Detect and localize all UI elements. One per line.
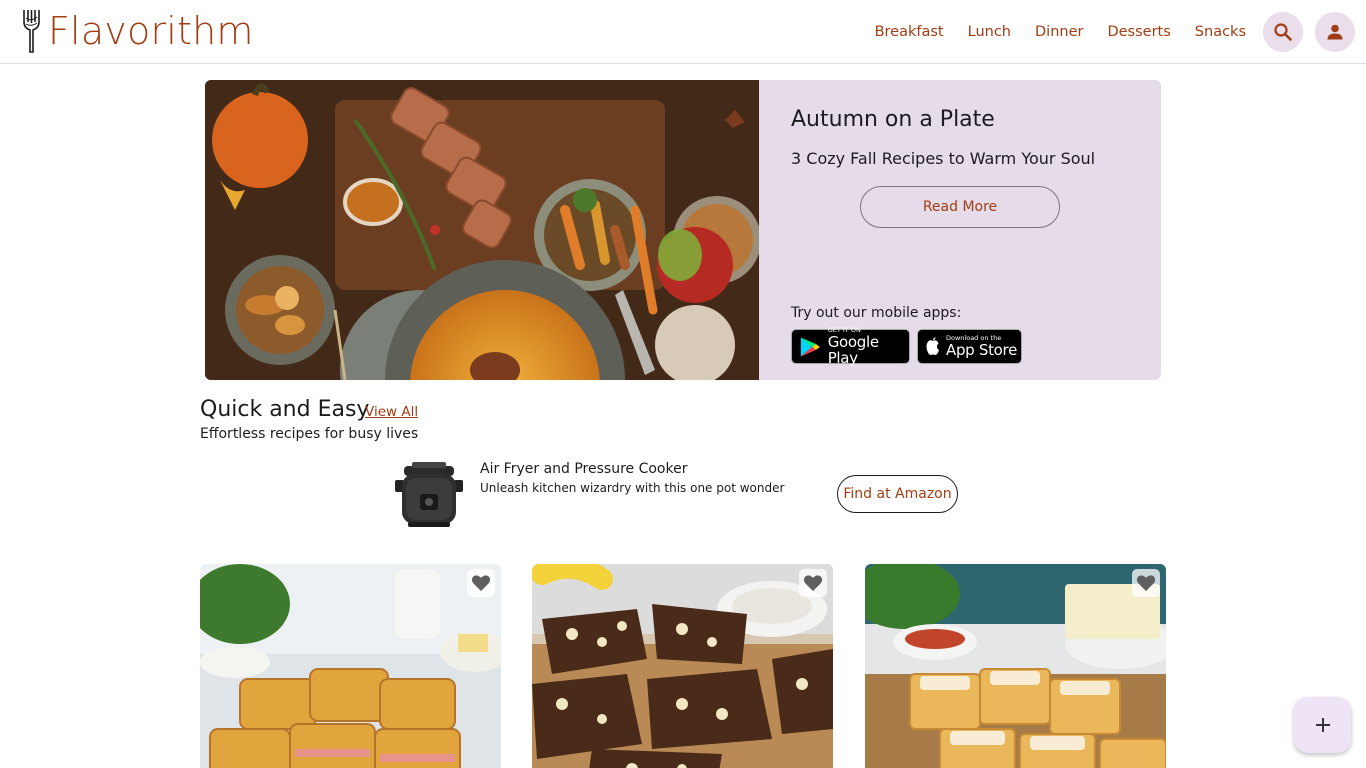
section-subtitle: Effortless recipes for busy lives [200, 426, 419, 442]
hero-title: Autumn on a Plate [791, 107, 995, 132]
google-play-icon [800, 337, 820, 356]
account-button[interactable] [1315, 12, 1355, 52]
autumn-feast-photo[interactable] [205, 80, 759, 380]
plus-icon [1315, 718, 1330, 732]
find-at-amazon-button[interactable]: Find at Amazon [837, 475, 958, 513]
heart-icon [471, 575, 491, 591]
nav-item-desserts[interactable]: Desserts [1107, 24, 1170, 40]
recipe-card[interactable] [532, 564, 833, 768]
search-button[interactable] [1263, 12, 1303, 52]
header: Flavorithm Breakfast Lunch Dinner Desser… [0, 0, 1366, 64]
nav-item-dinner[interactable]: Dinner [1035, 24, 1083, 40]
hero-banner: Autumn on a Plate 3 Cozy Fall Recipes to… [205, 80, 1161, 380]
ad-title: Air Fryer and Pressure Cooker [480, 461, 688, 477]
favorite-button[interactable] [467, 569, 495, 597]
app-store-badge[interactable]: Download on the App Store [917, 329, 1022, 364]
nav-item-snacks[interactable]: Snacks [1195, 24, 1246, 40]
account-icon [1327, 24, 1343, 40]
main-nav: Breakfast Lunch Dinner Desserts Snacks [851, 0, 1246, 63]
section-title: Quick and Easy [200, 397, 370, 422]
favorite-button[interactable] [799, 569, 827, 597]
add-recipe-fab[interactable] [1294, 697, 1351, 753]
view-all-link[interactable]: View All [365, 404, 418, 420]
favorite-button[interactable] [1132, 569, 1160, 597]
pressure-cooker-image[interactable] [392, 460, 466, 530]
mobile-apps-label: Try out our mobile apps: [791, 305, 962, 321]
fork-logo-icon [23, 10, 40, 53]
heart-icon [803, 575, 823, 591]
read-more-button[interactable]: Read More [860, 186, 1060, 228]
ad-description: Unleash kitchen wizardry with this one p… [480, 481, 785, 495]
apple-icon [926, 336, 939, 355]
search-icon [1274, 23, 1292, 41]
app-store-big-text: App Store [946, 341, 1018, 359]
recipe-card[interactable] [200, 564, 501, 768]
brand-name: Flavorithm [48, 9, 254, 53]
heart-icon [1136, 575, 1156, 591]
cheesy-bread-squares-photo [865, 564, 1166, 768]
google-play-big-text: Google Play [827, 333, 879, 367]
chocolate-banana-bark-photo [532, 564, 833, 768]
recipe-card[interactable] [865, 564, 1166, 768]
nav-item-breakfast[interactable]: Breakfast [875, 24, 944, 40]
ham-and-cheese-puff-pastry-photo [200, 564, 501, 768]
hero-subtitle: 3 Cozy Fall Recipes to Warm Your Soul [791, 149, 1096, 168]
brand-logo[interactable]: Flavorithm [20, 8, 254, 54]
google-play-badge[interactable]: GET IT ON Google Play [791, 327, 910, 367]
nav-item-lunch[interactable]: Lunch [968, 24, 1011, 40]
